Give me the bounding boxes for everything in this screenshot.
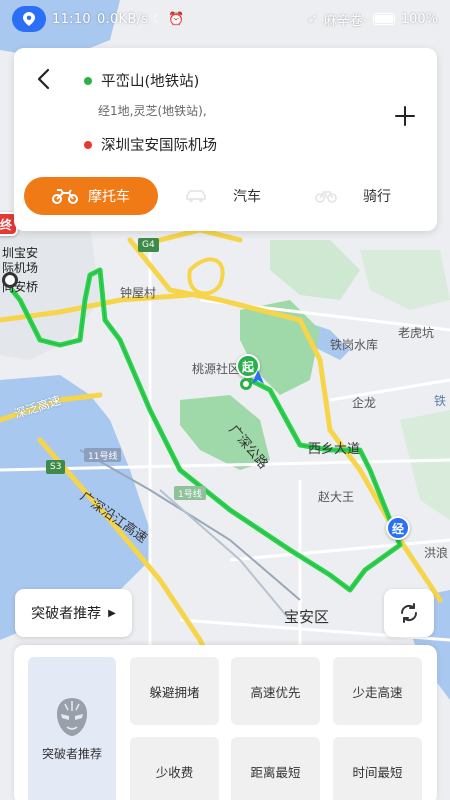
back-button[interactable] <box>28 64 58 94</box>
moon-icon: ☾ <box>152 11 164 27</box>
via-marker[interactable]: 经 <box>386 516 410 540</box>
breakthrough-mask-icon <box>57 698 87 736</box>
via-marker-label: 经 <box>391 521 404 536</box>
via-location-text: 经1地,灵芝(地铁站), <box>98 104 207 118</box>
pref-less-toll[interactable]: 少收费 <box>130 737 219 800</box>
start-location-text: 平峦山(地铁站) <box>101 74 200 90</box>
status-battery: 100% <box>400 11 438 27</box>
motorcycle-icon <box>52 189 78 204</box>
pref-recommend-option[interactable]: 突破者推荐 <box>28 657 116 800</box>
caret-right-icon: ▶ <box>108 607 116 619</box>
pref-shortest-time[interactable]: 时间最短 <box>333 737 422 800</box>
map-label-hongshen: 洪浪 <box>424 546 449 560</box>
car-icon <box>186 190 206 202</box>
refresh-icon <box>400 603 418 623</box>
start-location[interactable]: 平峦山(地铁站) <box>84 70 199 91</box>
signal-icon: ➶ <box>306 11 318 27</box>
travel-mode-tabs: 摩托车 汽车 骑行 <box>24 176 427 216</box>
pref-recommend-label: 突破者推荐 <box>41 747 102 761</box>
pref-highway-first[interactable]: 高速优先 <box>231 657 320 725</box>
tab-car[interactable]: 汽车 <box>158 177 288 215</box>
tab-bicycle-label: 骑行 <box>363 189 391 205</box>
status-carrier: 麻辛卷· <box>323 13 367 29</box>
status-speed: 0.0KB/s <box>96 11 149 27</box>
end-marker-label: 终 <box>0 217 12 232</box>
route-preferences-panel: 突破者推荐 躲避拥堵 高速优先 少走高速 少收费 距离最短 时间最短 <box>14 645 437 800</box>
heading-arrow-icon <box>252 370 264 384</box>
pref-shortest-distance[interactable]: 距离最短 <box>231 737 320 800</box>
map-label-qilong: 企龙 <box>352 396 377 410</box>
battery-icon <box>372 13 395 25</box>
tab-car-label: 汽车 <box>233 189 261 205</box>
via-location[interactable]: 经1地,灵芝(地铁站), <box>98 102 207 119</box>
recommend-label: 突破者推荐 <box>31 606 102 622</box>
map-label-xixiangdadao: 西乡大道 <box>308 442 361 457</box>
location-pin-icon <box>12 6 46 32</box>
end-location[interactable]: 深圳宝安国际机场 <box>84 134 217 155</box>
map-label-zhongwucun: 钟屋村 <box>120 286 157 300</box>
map-label-laohukeng: 老虎坑 <box>398 326 435 340</box>
map-label-tiegangshuiku: 铁岗水库 <box>330 338 379 352</box>
add-waypoint-button[interactable] <box>393 104 417 128</box>
recommend-button[interactable]: 突破者推荐 ▶ <box>15 589 132 637</box>
pref-avoid-congestion[interactable]: 躲避拥堵 <box>130 657 219 725</box>
start-dot <box>84 76 92 85</box>
back-arrow-icon <box>37 68 50 90</box>
line1-badge: 1号线 <box>174 486 206 500</box>
refresh-route-button[interactable] <box>384 589 434 637</box>
alarm-icon: ⏰ <box>168 11 185 27</box>
tab-motorcycle[interactable]: 摩托车 <box>24 177 158 215</box>
end-location-text: 深圳宝安国际机场 <box>101 138 217 154</box>
airport-location-dot <box>2 272 18 288</box>
line11-badge: 11号线 <box>84 448 122 462</box>
tab-motorcycle-label: 摩托车 <box>88 189 130 205</box>
bicycle-icon <box>315 191 337 203</box>
map-label-zhaodawang: 赵大王 <box>318 490 355 504</box>
map-label-taoyuanshe: 桃源社区 <box>192 362 241 376</box>
end-dot <box>84 140 92 149</box>
status-bar: 11:10 0.0KB/s ☾ ⏰ ➶ 麻辛卷· 100% <box>0 0 450 38</box>
pref-avoid-highway[interactable]: 少走高速 <box>333 657 422 725</box>
route-card: 平峦山(地铁站) 经1地,灵芝(地铁站), 深圳宝安国际机场 摩托车 汽车 骑行 <box>14 48 437 231</box>
map-label-tie: 铁 <box>434 394 447 408</box>
tab-bicycle[interactable]: 骑行 <box>288 177 418 215</box>
s3-shield: S3 <box>46 460 66 474</box>
status-time: 11:10 <box>52 11 91 27</box>
g4-shield: G4 <box>138 238 159 252</box>
map-label-baoanqu: 宝安区 <box>284 608 330 626</box>
current-location-icon <box>240 378 252 390</box>
